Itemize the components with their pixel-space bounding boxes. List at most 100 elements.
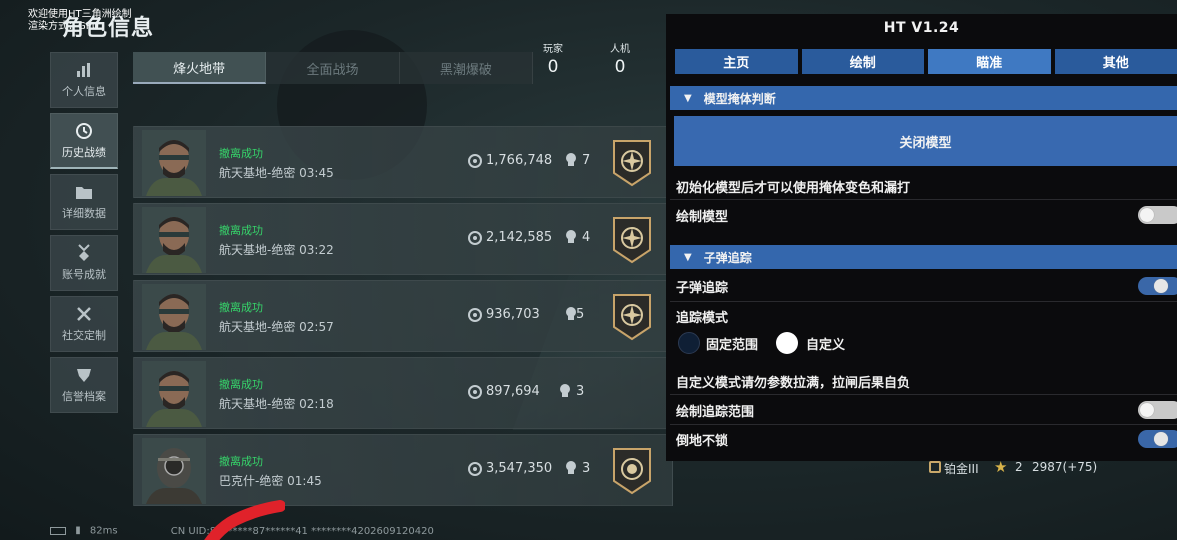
operator-avatar <box>142 361 206 427</box>
match-result: 撤离成功 <box>219 455 263 468</box>
skull-icon <box>566 153 576 166</box>
page-title: 角色信息 <box>62 16 155 41</box>
bar-chart-icon <box>74 61 94 79</box>
sidebar: 个人信息 历史战绩 详细数据 账号成就 社交定制 信誉档案 <box>50 52 118 418</box>
tools-icon <box>74 305 94 323</box>
track-mode-label: 追踪模式 <box>676 311 729 326</box>
section-title: 子弹追踪 <box>703 250 752 265</box>
coin-icon <box>468 308 482 322</box>
match-map-time: 航天基地-绝密 03:22 <box>219 243 334 257</box>
radio-fixed-range[interactable] <box>678 332 700 354</box>
tab-black-tide[interactable]: 黑潮爆破 <box>400 52 533 84</box>
battery-icon <box>50 526 66 535</box>
sidebar-item-label: 个人信息 <box>62 85 106 98</box>
radio-fixed-range-label: 固定范围 <box>706 338 759 353</box>
match-row[interactable]: 撤离成功 巴克什-绝密 01:45 3,547,350 3 <box>133 434 673 506</box>
match-result: 撤离成功 <box>219 224 263 237</box>
ht-menu-title: HT V1.24 <box>883 20 960 36</box>
bullet-track-label: 子弹追踪 <box>676 281 729 296</box>
ht-tab-draw[interactable]: 绘制 <box>801 49 924 74</box>
coin-icon <box>468 462 482 476</box>
draw-model-label: 绘制模型 <box>676 210 729 225</box>
match-row[interactable]: 撤离成功 航天基地-绝密 02:18 897,694 3 <box>133 357 673 429</box>
coin-icon <box>468 385 482 399</box>
sidebar-item-achievements[interactable]: 账号成就 <box>50 235 118 291</box>
rank-badge-icon <box>613 140 651 187</box>
draw-range-toggle[interactable] <box>1138 401 1177 419</box>
section-model-cover[interactable]: ▼ 模型掩体判断 <box>670 86 1177 110</box>
tab-full-battlefield[interactable]: 全面战场 <box>266 52 400 84</box>
ht-menu-panel: HT V1.24 主页 绘制 瞄准 其他 ▼ 模型掩体判断 关闭模型 初始化模型… <box>666 14 1177 461</box>
match-money: 1,766,748 <box>486 153 553 168</box>
ai-label: 人机 <box>610 44 630 55</box>
players-label: 玩家 <box>543 44 563 55</box>
rank-badge-icon <box>613 448 651 495</box>
sidebar-item-label: 社交定制 <box>62 329 106 342</box>
operator-avatar <box>142 207 206 273</box>
medal-icon <box>74 244 94 262</box>
init-note-text: 初始化模型后才可以使用掩体变色和漏打 <box>676 181 911 196</box>
match-map-time: 航天基地-绝密 02:18 <box>219 397 334 411</box>
match-money: 897,694 <box>486 384 540 399</box>
sidebar-item-label: 信誉档案 <box>62 390 106 403</box>
no-lock-down-toggle[interactable] <box>1138 430 1177 448</box>
match-row[interactable]: 撤离成功 航天基地-绝密 03:22 2,142,585 4 <box>133 203 673 275</box>
sidebar-item-match-history[interactable]: 历史战绩 <box>50 113 118 169</box>
mode-tabs: 烽火地带 全面战场 黑潮爆破 <box>133 52 533 84</box>
match-map-time: 航天基地-绝密 02:57 <box>219 320 334 334</box>
no-lock-down-label: 倒地不锁 <box>676 434 729 449</box>
match-result: 撤离成功 <box>219 301 263 314</box>
match-kills: 3 <box>576 384 585 399</box>
ht-menu-tabs: 主页 绘制 瞄准 其他 <box>675 49 1177 74</box>
match-money: 3,547,350 <box>486 461 553 476</box>
divider <box>670 394 1177 395</box>
clock-icon <box>74 122 94 140</box>
bullet-track-toggle[interactable] <box>1138 277 1177 295</box>
red-annotation-stroke <box>204 500 285 540</box>
match-kills: 3 <box>582 461 591 476</box>
rank-score: 2987(+75) <box>1032 460 1098 474</box>
skull-icon <box>560 384 570 397</box>
sidebar-item-label: 详细数据 <box>62 207 106 220</box>
match-money: 936,703 <box>486 307 540 322</box>
ping-text: 82ms <box>89 525 118 537</box>
match-kills: 4 <box>582 230 591 245</box>
match-map-time: 航天基地-绝密 03:45 <box>219 166 334 180</box>
custom-warning-text: 自定义模式请勿参数拉满，拉闸后果自负 <box>676 376 911 391</box>
ht-tab-home[interactable]: 主页 <box>675 49 798 74</box>
match-row[interactable]: 撤离成功 航天基地-绝密 03:45 1,766,748 7 <box>133 126 673 198</box>
folder-icon <box>74 183 94 201</box>
rank-badge-icon <box>613 217 651 264</box>
tab-hazard-zone[interactable]: 烽火地带 <box>133 52 267 84</box>
section-bullet-track[interactable]: ▼ 子弹追踪 <box>670 245 1177 269</box>
divider <box>670 424 1177 425</box>
rank-icon <box>929 461 941 473</box>
section-title: 模型掩体判断 <box>703 91 776 106</box>
rank-stars: 2 <box>1015 460 1023 474</box>
operator-avatar <box>142 438 206 504</box>
sidebar-item-social[interactable]: 社交定制 <box>50 296 118 352</box>
players-counter: 玩家 0 <box>543 40 563 77</box>
collapse-triangle-icon: ▼ <box>684 251 692 263</box>
draw-range-label: 绘制追踪范围 <box>676 405 755 420</box>
ht-tab-aim[interactable]: 瞄准 <box>928 49 1051 74</box>
sidebar-item-personal-info[interactable]: 个人信息 <box>50 52 118 108</box>
signal-icon: ▮ <box>75 525 81 536</box>
ht-tab-other[interactable]: 其他 <box>1054 49 1177 74</box>
match-row[interactable]: 撤离成功 航天基地-绝密 02:57 936,703 5 <box>133 280 673 352</box>
sidebar-item-label: 历史战绩 <box>62 145 106 159</box>
radio-custom[interactable] <box>776 332 798 354</box>
draw-model-toggle[interactable] <box>1138 206 1177 224</box>
sidebar-item-detailed-data[interactable]: 详细数据 <box>50 174 118 230</box>
match-money: 2,142,585 <box>486 230 553 245</box>
coin-icon <box>468 154 482 168</box>
match-result: 撤离成功 <box>219 147 263 160</box>
shield-icon <box>74 366 94 384</box>
rank-badge-icon <box>613 294 651 341</box>
match-kills: 7 <box>582 153 591 168</box>
sidebar-item-reputation[interactable]: 信誉档案 <box>50 357 118 413</box>
sidebar-item-label: 账号成就 <box>62 268 106 281</box>
close-model-button[interactable]: 关闭模型 <box>674 116 1177 166</box>
operator-avatar <box>142 130 206 196</box>
skull-icon <box>566 230 576 243</box>
